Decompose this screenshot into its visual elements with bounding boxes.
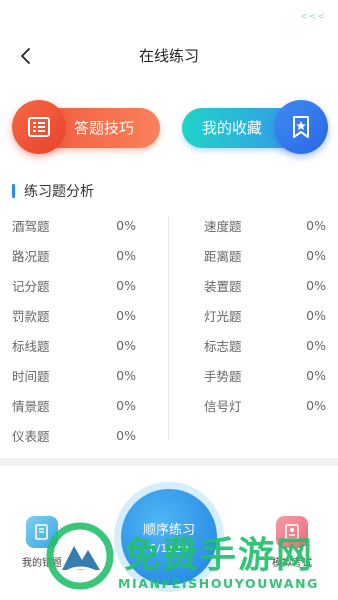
stats-right-column: 速度题 0% 距离题 0% 装置题 0% 灯光题 0% 标志题 0% 手势题 0% 信号灯 0…: [204, 210, 326, 420]
stat-value: 0%: [306, 337, 326, 353]
stat-value: 0%: [116, 397, 136, 413]
status-indicator: <<<: [300, 12, 326, 22]
stat-name: 标线题: [12, 338, 50, 354]
stat-value: 0%: [306, 397, 326, 413]
list-icon: [28, 117, 50, 137]
stat-row: 路况题 0%: [12, 240, 136, 270]
stat-row: 情景题 0%: [12, 390, 136, 420]
my-favorites-label: 我的收藏: [202, 119, 263, 137]
bottom-action-area: 我的错题 顺序练习 0/1129 模拟考试: [0, 466, 338, 600]
stat-name: 手势题: [204, 368, 242, 384]
stat-value: 0%: [306, 277, 326, 293]
stat-name: 路况题: [12, 248, 50, 264]
stat-value: 0%: [116, 217, 136, 233]
stat-row: 标志题 0%: [204, 330, 326, 360]
mock-exam-label: 模拟考试: [272, 558, 312, 569]
practice-progress: 0/1129: [149, 542, 189, 555]
stat-value: 0%: [306, 367, 326, 383]
stat-row: 标线题 0%: [12, 330, 136, 360]
stat-value: 0%: [116, 277, 136, 293]
stat-name: 记分题: [12, 278, 50, 294]
page-title: 在线练习: [138, 47, 199, 65]
answer-tips-button[interactable]: 答题技巧: [12, 100, 160, 154]
answer-tips-label: 答题技巧: [74, 119, 135, 137]
stat-value: 0%: [116, 367, 136, 383]
stat-name: 酒驾题: [12, 218, 50, 234]
stat-row: 记分题 0%: [12, 270, 136, 300]
stat-row: 仪表题 0%: [12, 420, 136, 450]
stat-name: 标志题: [204, 338, 242, 354]
stat-row: 信号灯 0%: [204, 390, 326, 420]
stat-name: 信号灯: [204, 398, 242, 414]
stat-row: 罚款题 0%: [12, 300, 136, 330]
stat-value: 0%: [116, 307, 136, 323]
stat-name: 装置题: [204, 278, 242, 294]
navigation-bar: 在线练习: [0, 34, 338, 78]
sequential-practice-button[interactable]: 顺序练习 0/1129: [114, 482, 224, 592]
my-mistakes-button[interactable]: 我的错题: [16, 516, 68, 569]
stat-name: 灯光题: [204, 308, 242, 324]
stat-row: 手势题 0%: [204, 360, 326, 390]
my-favorites-icon-circle: [274, 100, 328, 154]
stat-row: 速度题 0%: [204, 210, 326, 240]
stat-row: 距离题 0%: [204, 240, 326, 270]
stat-name: 情景题: [12, 398, 50, 414]
status-bar: <<<: [0, 0, 338, 34]
mock-exam-icon-tile: [276, 516, 308, 548]
stat-row: 时间题 0%: [12, 360, 136, 390]
stat-row: 装置题 0%: [204, 270, 326, 300]
back-button[interactable]: [10, 40, 40, 72]
document-pen-icon: [35, 524, 48, 540]
sequential-practice-label: 顺序练习: [142, 523, 195, 538]
exam-paper-icon: [285, 524, 299, 540]
stat-value: 0%: [116, 247, 136, 263]
answer-tips-icon-circle: [12, 100, 66, 154]
my-favorites-button[interactable]: 我的收藏: [182, 100, 328, 154]
section-separator: [0, 458, 338, 466]
section-title: 练习题分析: [24, 184, 94, 200]
sequential-practice-circle: 顺序练习 0/1129: [121, 489, 217, 585]
mock-exam-button[interactable]: 模拟考试: [266, 516, 318, 569]
stat-name: 距离题: [204, 248, 242, 264]
practice-stats: 酒驾题 0% 路况题 0% 记分题 0% 罚款题 0% 标线题 0% 时间题 0% 情景题 0…: [0, 210, 338, 450]
stat-name: 罚款题: [12, 308, 50, 324]
my-mistakes-label: 我的错题: [22, 558, 62, 569]
stat-name: 速度题: [204, 218, 242, 234]
stat-value: 0%: [306, 247, 326, 263]
stats-left-column: 酒驾题 0% 路况题 0% 记分题 0% 罚款题 0% 标线题 0% 时间题 0% 情景题 0…: [12, 210, 136, 450]
stat-row: 灯光题 0%: [204, 300, 326, 330]
stats-divider: [168, 216, 169, 440]
stat-value: 0%: [306, 307, 326, 323]
stat-value: 0%: [116, 337, 136, 353]
stat-name: 时间题: [12, 368, 50, 384]
bookmark-star-icon: [293, 116, 309, 138]
stat-row: 酒驾题 0%: [12, 210, 136, 240]
mistakes-icon-tile: [26, 516, 58, 548]
practice-analysis-header: 练习题分析: [12, 181, 94, 201]
stat-name: 仪表题: [12, 428, 50, 444]
chevron-left-icon: [21, 48, 30, 64]
stat-value: 0%: [306, 217, 326, 233]
stat-value: 0%: [116, 427, 136, 443]
section-accent-bar: [12, 184, 15, 198]
